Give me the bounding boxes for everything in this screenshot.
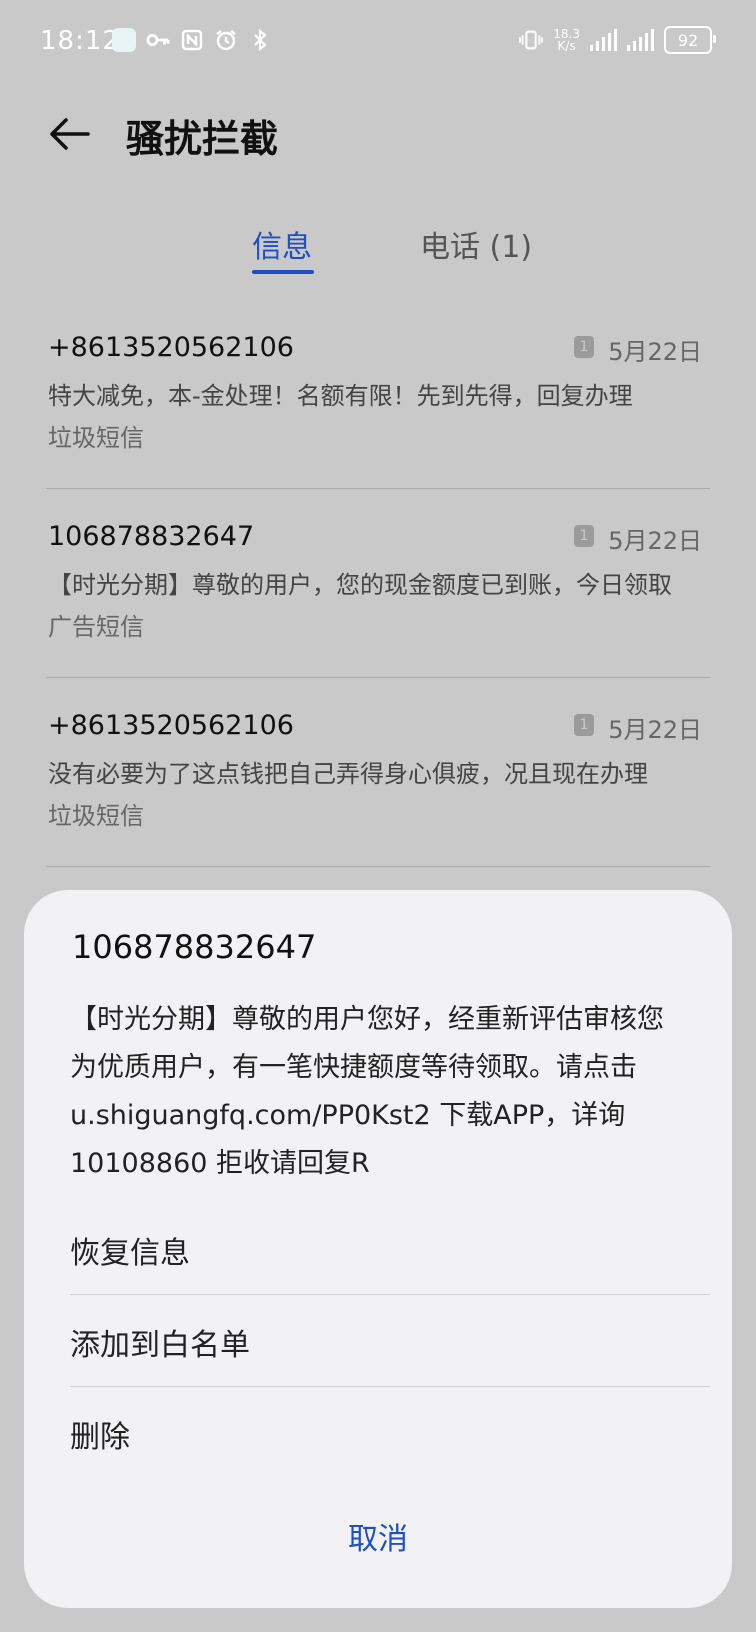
- message-category: 垃圾短信: [48, 802, 144, 830]
- network-speed: 18.3 K/s: [553, 27, 580, 53]
- status-bar: 18:12 18.3 K/s 92: [0, 0, 756, 86]
- nfc-icon: [180, 28, 204, 52]
- message-sender: +8613520562106: [48, 332, 294, 363]
- blocked-message-list: +8613520562106 1 5月22日 特大减免，本-金处理！名额有限！先…: [46, 300, 710, 867]
- message-sender: 106878832647: [48, 521, 255, 552]
- sheet-sender: 106878832647: [72, 928, 317, 966]
- battery-icon: 92: [664, 26, 716, 54]
- bluetooth-icon: [248, 28, 272, 52]
- message-sender: +8613520562106: [48, 710, 294, 741]
- app-notification-icon: [112, 28, 136, 52]
- alarm-icon: [214, 28, 238, 52]
- message-preview: 【时光分期】尊敬的用户，您的现金额度已到账，今日领取: [48, 571, 672, 599]
- vibrate-icon: [519, 28, 544, 52]
- sim-card-icon: 1: [574, 525, 594, 547]
- status-icons-right: 18.3 K/s 92: [519, 26, 716, 54]
- list-item[interactable]: +8613520562106 1 5月22日 没有必要为了这点钱把自己弄得身心俱…: [46, 678, 710, 867]
- message-date: 5月22日: [608, 338, 702, 366]
- message-preview: 没有必要为了这点钱把自己弄得身心俱疲，况且现在办理: [48, 760, 648, 788]
- signal-strength-icon-1: [590, 29, 617, 51]
- back-arrow-icon[interactable]: [44, 108, 96, 160]
- cancel-button[interactable]: 取消: [24, 1514, 732, 1558]
- message-date: 5月22日: [608, 716, 702, 744]
- message-preview: 特大减免，本-金处理！名额有限！先到先得，回复办理: [48, 382, 633, 410]
- signal-strength-icon-2: [627, 29, 654, 51]
- page-title: 骚扰拦截: [126, 117, 279, 161]
- message-date: 5月22日: [608, 527, 702, 555]
- tab-messages[interactable]: 信息: [252, 222, 312, 266]
- sim-card-icon: 1: [574, 336, 594, 358]
- sim-card-icon: 1: [574, 714, 594, 736]
- delete-button[interactable]: 删除: [70, 1412, 710, 1456]
- status-time: 18:12: [40, 26, 120, 56]
- restore-message-button[interactable]: 恢复信息: [70, 1228, 710, 1272]
- list-item[interactable]: 106878832647 1 5月22日 【时光分期】尊敬的用户，您的现金额度已…: [46, 489, 710, 678]
- divider: [70, 1386, 710, 1387]
- sheet-message-body: 【时光分期】尊敬的用户您好，经重新评估审核您为优质用户，有一笔快捷额度等待领取。…: [70, 1004, 664, 1179]
- status-icons-left: [112, 28, 272, 52]
- key-icon: [146, 28, 170, 52]
- message-action-sheet: 106878832647 【时光分期】尊敬的用户您好，经重新评估审核您为优质用户…: [24, 890, 732, 1608]
- divider: [70, 1294, 710, 1295]
- tab-active-indicator: [252, 270, 314, 274]
- message-category: 广告短信: [48, 613, 144, 641]
- message-category: 垃圾短信: [48, 424, 144, 452]
- list-item[interactable]: +8613520562106 1 5月22日 特大减免，本-金处理！名额有限！先…: [46, 300, 710, 489]
- tab-calls[interactable]: 电话 (1): [420, 222, 532, 266]
- add-to-whitelist-button[interactable]: 添加到白名单: [70, 1320, 710, 1364]
